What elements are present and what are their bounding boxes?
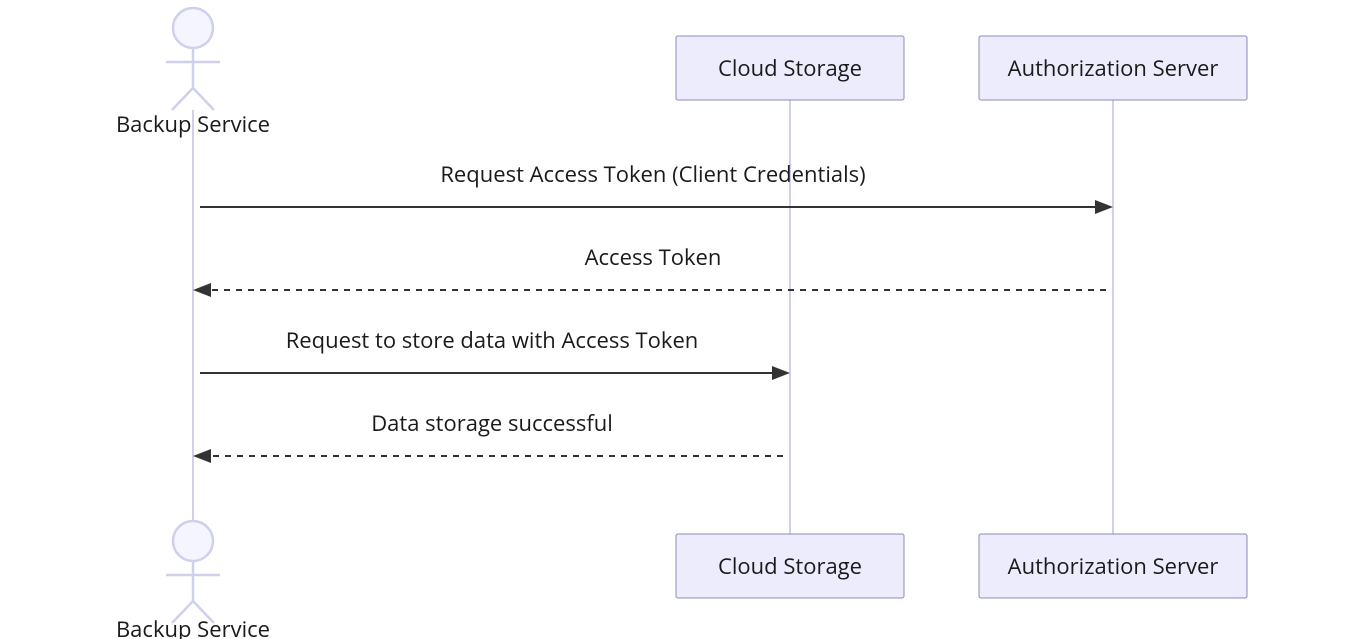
actor-client-top: Backup Service <box>116 8 270 139</box>
sequence-diagram: Backup Service Cloud Storage Authorizati… <box>0 0 1364 639</box>
participant-auth-top-label: Authorization Server <box>1008 53 1219 83</box>
arrowhead-left-icon <box>193 283 211 297</box>
message-2-label: Access Token <box>585 242 722 272</box>
arrowhead-right-icon <box>1095 200 1113 214</box>
participant-storage-top-label: Cloud Storage <box>718 53 862 83</box>
message-1: Request Access Token (Client Credentials… <box>200 159 1113 214</box>
actor-client-bottom-label: Backup Service <box>116 614 270 639</box>
participant-auth-top: Authorization Server <box>979 36 1247 100</box>
arrowhead-left-icon <box>193 449 211 463</box>
message-2: Access Token <box>193 242 1106 297</box>
participant-auth-bottom-label: Authorization Server <box>1008 551 1219 581</box>
message-3-label: Request to store data with Access Token <box>286 325 699 355</box>
participant-auth-bottom: Authorization Server <box>979 534 1247 598</box>
participant-storage-bottom: Cloud Storage <box>676 534 904 598</box>
arrowhead-right-icon <box>772 366 790 380</box>
actor-client-bottom: Backup Service <box>116 521 270 639</box>
participant-storage-top: Cloud Storage <box>676 36 904 100</box>
actor-client-top-label: Backup Service <box>116 109 270 139</box>
message-4: Data storage successful <box>193 408 783 463</box>
message-1-label: Request Access Token (Client Credentials… <box>440 159 865 189</box>
message-3: Request to store data with Access Token <box>200 325 790 380</box>
participant-storage-bottom-label: Cloud Storage <box>718 551 862 581</box>
message-4-label: Data storage successful <box>371 408 613 438</box>
